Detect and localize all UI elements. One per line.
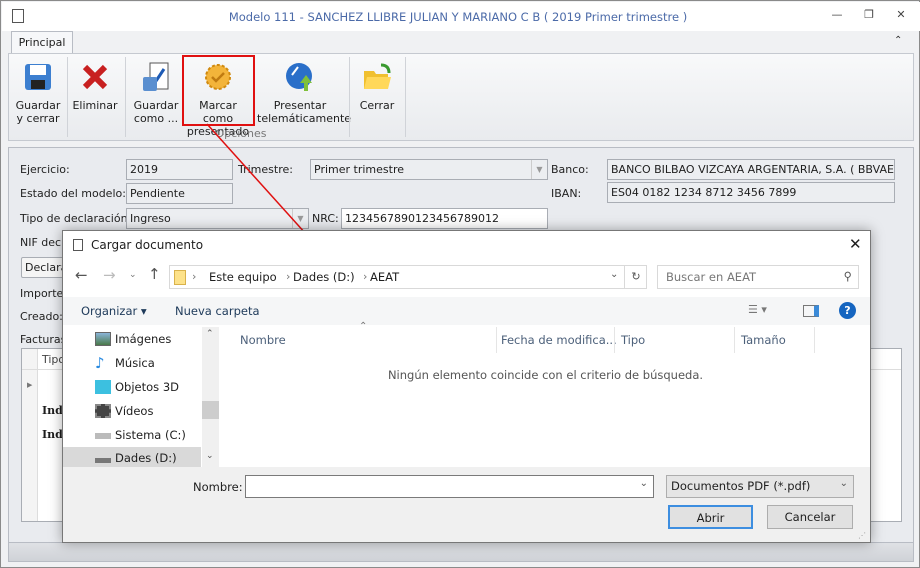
- value: Documentos PDF (*.pdf): [671, 479, 811, 493]
- search-icon: ⚲: [843, 269, 852, 283]
- chevron-right-icon: ›: [363, 270, 368, 283]
- cancel-button[interactable]: Cancelar: [767, 505, 853, 529]
- nav-scrollbar[interactable]: ⌃ ⌄: [202, 327, 219, 467]
- empty-message: Ningún elemento coincide con el criterio…: [387, 368, 704, 382]
- preview-pane-icon[interactable]: [803, 305, 819, 317]
- back-arrow-icon[interactable]: ←: [75, 266, 88, 284]
- navigation-pane: Imágenes ♪ Música Objetos 3D Vídeos Siste…: [63, 327, 219, 467]
- breadcrumb-item[interactable]: Dades (D:): [293, 270, 355, 284]
- forward-arrow-icon[interactable]: →: [103, 266, 116, 284]
- breadcrumb-item[interactable]: Este equipo: [209, 270, 277, 284]
- chevron-down-icon[interactable]: ⌄: [640, 478, 648, 489]
- chevron-down-icon: ⌄: [839, 478, 848, 489]
- chevron-down-icon[interactable]: ⌄: [610, 269, 618, 280]
- label: Vídeos: [115, 404, 154, 418]
- chevron-right-icon: ›: [192, 270, 197, 283]
- dialog-footer: Nombre: ⌄ Documentos PDF (*.pdf) ⌄ Abrir …: [63, 467, 870, 542]
- view-options-icon[interactable]: ☰ ▾: [748, 303, 767, 316]
- filename-label: Nombre:: [193, 480, 243, 494]
- column-header-tamano[interactable]: Tamaño: [741, 327, 786, 353]
- search-input[interactable]: Buscar en AEAT ⚲: [657, 265, 859, 289]
- label: Dades (D:): [115, 451, 177, 465]
- pictures-icon: [95, 332, 111, 346]
- dialog-app-icon: [73, 239, 83, 251]
- chevron-right-icon: ›: [286, 270, 291, 283]
- folder-icon: [174, 270, 186, 285]
- organize-menu[interactable]: Organizar ▾: [81, 304, 147, 318]
- resize-grip-icon[interactable]: ⋰: [858, 531, 866, 540]
- scroll-thumb[interactable]: [202, 401, 219, 419]
- nav-item-musica[interactable]: ♪ Música: [63, 351, 201, 375]
- drive-icon: [95, 458, 111, 463]
- label: Sistema (C:): [115, 428, 186, 442]
- column-header-tipo[interactable]: Tipo: [621, 327, 645, 353]
- search-placeholder: Buscar en AEAT: [666, 270, 757, 284]
- nav-item-objetos-3d[interactable]: Objetos 3D: [63, 375, 201, 399]
- refresh-icon[interactable]: ↻: [624, 266, 647, 288]
- dialog-title: Cargar documento: [91, 238, 204, 252]
- column-header-nombre[interactable]: Nombre: [240, 327, 286, 353]
- breadcrumb-item[interactable]: AEAT: [370, 270, 399, 284]
- music-icon: ♪: [95, 354, 105, 372]
- recent-chevron-icon[interactable]: ⌄: [129, 270, 137, 280]
- videos-icon: [95, 404, 111, 418]
- help-icon[interactable]: ?: [839, 302, 856, 319]
- system-drive-icon: [95, 433, 111, 439]
- divider: [496, 327, 497, 353]
- sort-ascending-icon: ⌃: [359, 321, 368, 332]
- column-header-fecha[interactable]: Fecha de modifica...: [501, 327, 617, 353]
- label: Objetos 3D: [115, 380, 179, 394]
- label: Imágenes: [115, 332, 172, 346]
- nav-item-sistema-c[interactable]: Sistema (C:): [63, 423, 201, 447]
- scroll-up-icon[interactable]: ⌃: [206, 329, 214, 339]
- up-arrow-icon[interactable]: ↑: [148, 265, 161, 283]
- nav-item-imagenes[interactable]: Imágenes: [63, 327, 201, 351]
- divider: [734, 327, 735, 353]
- filename-input[interactable]: ⌄: [245, 475, 654, 498]
- command-bar: Organizar ▾ Nueva carpeta ☰ ▾ ?: [63, 297, 870, 325]
- nav-item-videos[interactable]: Vídeos: [63, 399, 201, 423]
- label: Música: [115, 356, 155, 370]
- open-button[interactable]: Abrir: [668, 505, 753, 529]
- nav-item-dades-d[interactable]: Dades (D:): [63, 447, 201, 467]
- file-type-select[interactable]: Documentos PDF (*.pdf) ⌄: [666, 475, 854, 498]
- close-dialog-icon[interactable]: ✕: [849, 235, 862, 253]
- address-bar[interactable]: › Este equipo › Dades (D:) › AEAT ⌄ ↻: [169, 265, 647, 289]
- label: Organizar: [81, 304, 138, 318]
- scroll-down-icon[interactable]: ⌄: [206, 451, 214, 461]
- 3d-objects-icon: [95, 380, 111, 394]
- new-folder-button[interactable]: Nueva carpeta: [175, 304, 260, 318]
- divider: [614, 327, 615, 353]
- load-document-dialog: Cargar documento ✕ ← → ⌄ ↑ › Este equipo…: [62, 230, 871, 543]
- divider: [814, 327, 815, 353]
